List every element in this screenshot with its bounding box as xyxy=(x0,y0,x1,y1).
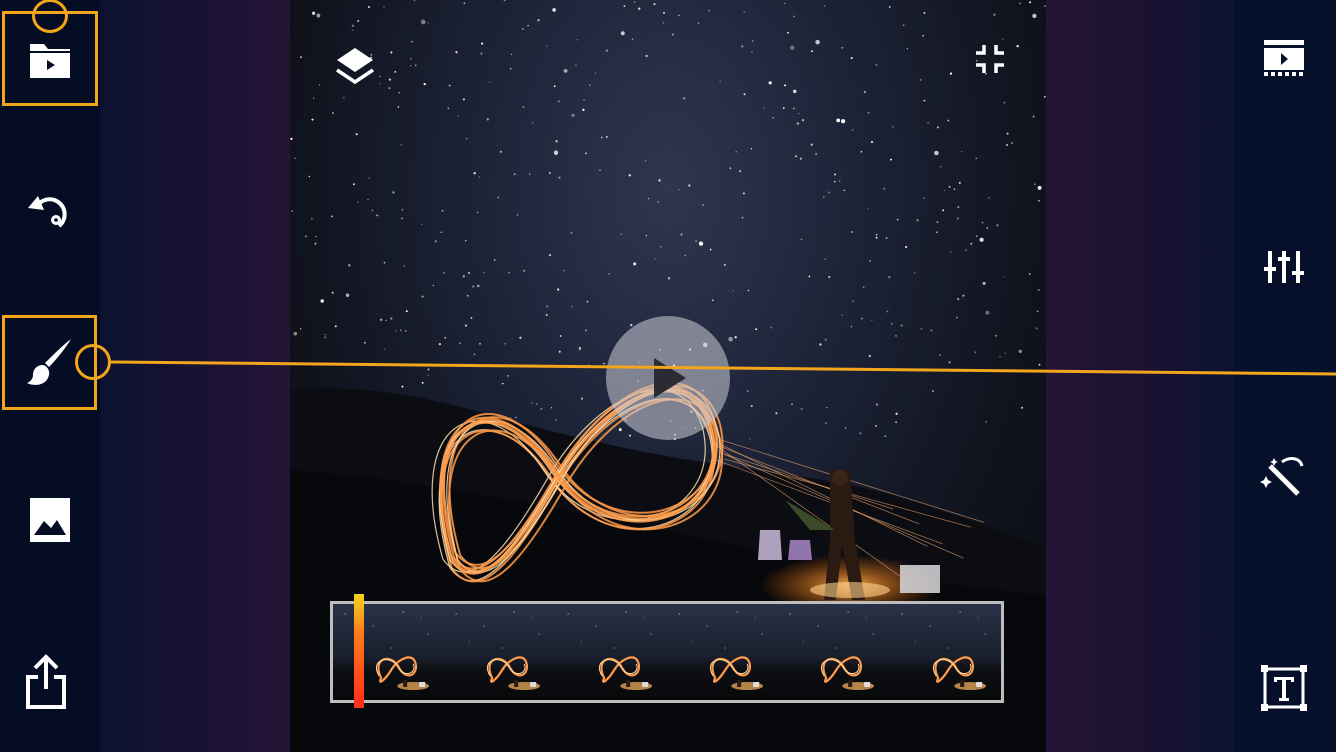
play-icon xyxy=(654,358,686,398)
highlight-marker-brush xyxy=(75,344,111,380)
magic-button[interactable] xyxy=(1252,447,1312,507)
timeline-frame xyxy=(444,604,557,700)
timeline-strip[interactable] xyxy=(330,601,1004,703)
text-box-icon xyxy=(1261,665,1307,711)
timeline-frame xyxy=(778,604,891,700)
editor-app xyxy=(0,0,1336,752)
magic-wand-icon xyxy=(1260,457,1304,496)
timeline-frame xyxy=(333,604,446,700)
highlight-marker-open-media xyxy=(32,0,68,33)
playhead[interactable] xyxy=(354,594,364,708)
collapse-button[interactable] xyxy=(965,36,1015,82)
image-icon xyxy=(30,498,70,542)
layers-icon xyxy=(336,48,374,85)
adjust-button[interactable] xyxy=(1254,237,1314,297)
right-toolbar xyxy=(1234,0,1336,752)
timeline-frame xyxy=(889,604,1001,700)
collapse-icon xyxy=(976,45,1004,73)
undo-icon xyxy=(28,196,67,228)
timeline-frame xyxy=(555,604,668,700)
video-clip-button[interactable] xyxy=(1254,28,1314,88)
share-button[interactable] xyxy=(16,652,76,712)
sliders-icon xyxy=(1264,251,1304,283)
timeline-frame xyxy=(667,604,780,700)
text-button[interactable] xyxy=(1254,658,1314,718)
film-strip-icon xyxy=(1264,40,1304,76)
play-button[interactable] xyxy=(606,316,730,440)
image-button[interactable] xyxy=(20,490,80,550)
undo-button[interactable] xyxy=(20,180,80,240)
layers-button[interactable] xyxy=(330,42,380,92)
share-icon xyxy=(26,654,66,709)
